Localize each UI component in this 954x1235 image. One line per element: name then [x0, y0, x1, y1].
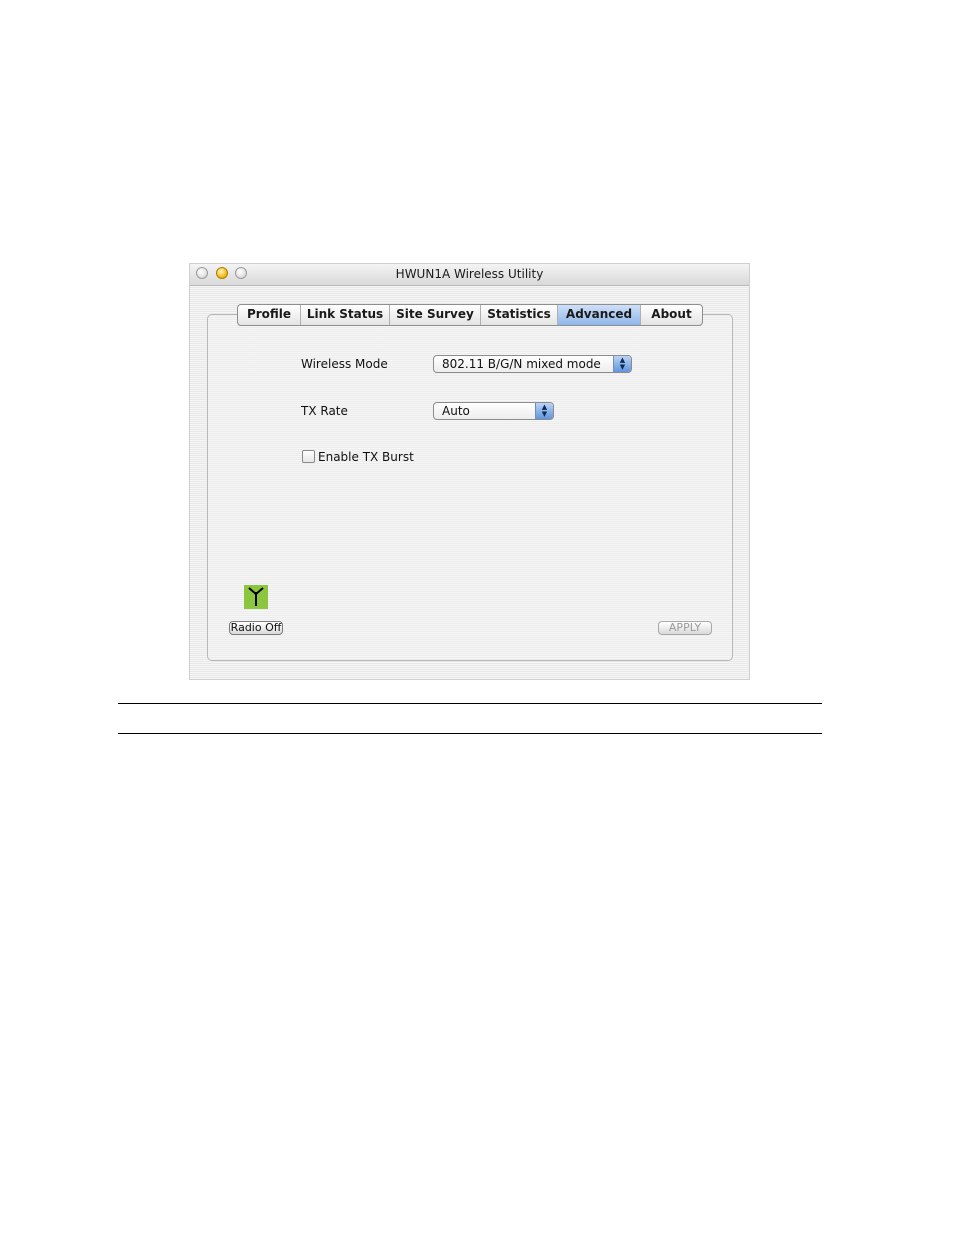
wireless-mode-value: 802.11 B/G/N mixed mode: [442, 357, 601, 371]
tx-burst-checkbox[interactable]: [302, 450, 315, 463]
tab-link-status[interactable]: Link Status: [301, 305, 390, 325]
antenna-icon: [244, 585, 268, 609]
tab-site-survey[interactable]: Site Survey: [390, 305, 481, 325]
wireless-mode-select[interactable]: 802.11 B/G/N mixed mode ▲ ▼: [433, 355, 632, 373]
tab-statistics[interactable]: Statistics: [481, 305, 558, 325]
tab-advanced[interactable]: Advanced: [558, 305, 641, 325]
divider-line: [118, 733, 822, 734]
apply-button[interactable]: APPLY: [658, 621, 712, 635]
tx-burst-label[interactable]: Enable TX Burst: [318, 450, 414, 464]
wireless-mode-label: Wireless Mode: [301, 357, 388, 371]
tx-rate-select[interactable]: Auto ▲ ▼: [433, 402, 554, 420]
tab-about[interactable]: About: [641, 305, 702, 325]
tab-bar: Profile Link Status Site Survey Statisti…: [237, 304, 703, 326]
divider-line: [118, 703, 822, 704]
radio-off-button[interactable]: Radio Off: [229, 621, 283, 635]
window-title: HWUN1A Wireless Utility: [395, 267, 544, 281]
updown-arrows-icon: ▲ ▼: [613, 356, 631, 372]
tx-rate-value: Auto: [442, 404, 470, 418]
title-bar[interactable]: HWUN1A Wireless Utility: [190, 264, 749, 286]
updown-arrows-icon: ▲ ▼: [535, 403, 553, 419]
tx-rate-label: TX Rate: [301, 404, 348, 418]
tab-profile[interactable]: Profile: [238, 305, 301, 325]
